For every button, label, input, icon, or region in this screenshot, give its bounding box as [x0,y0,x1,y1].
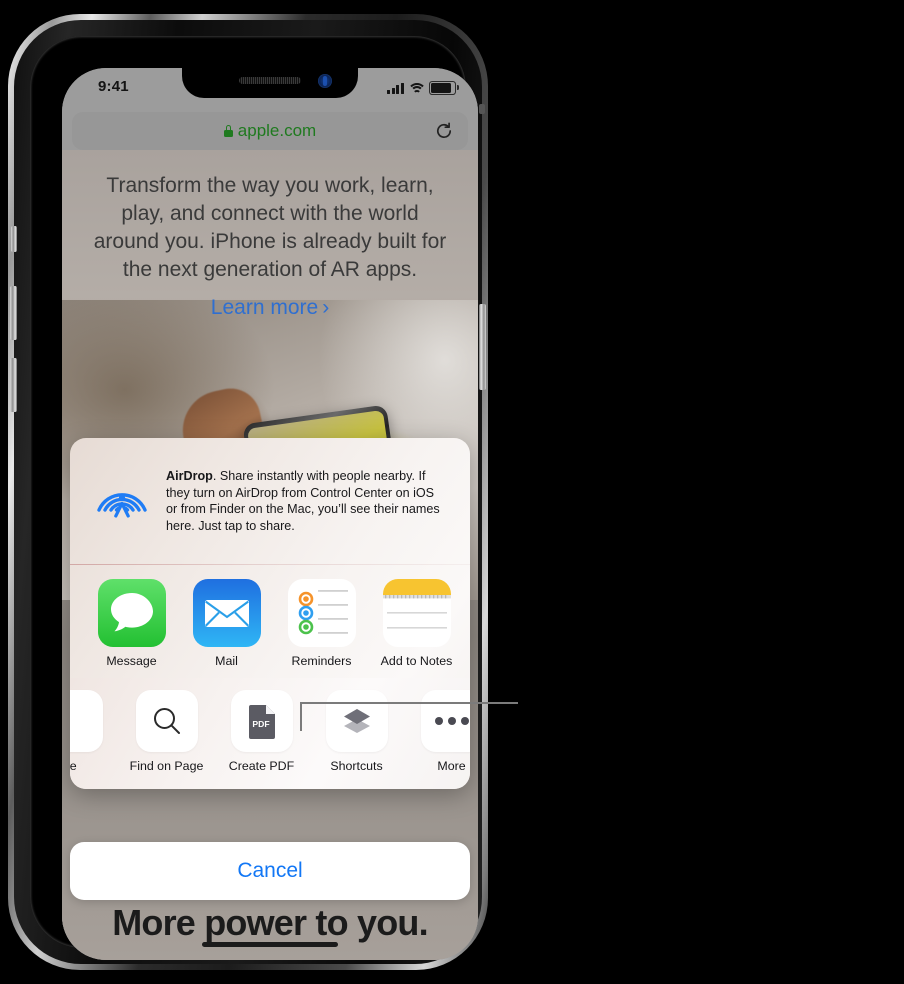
share-actions-section: te Find on Page [70,678,470,790]
shortcuts-icon [325,690,388,753]
phone-screen: Transform the way you work, learn, play,… [62,68,478,960]
share-action-clipped-left[interactable]: te [70,690,119,773]
cancel-button[interactable]: Cancel [70,842,470,900]
airdrop-section[interactable]: AirDrop. Share instantly with people nea… [70,438,470,564]
address-bar-content: apple.com [223,121,317,141]
share-target-files-clipped[interactable]: S [464,579,470,668]
share-target-message[interactable]: Message [84,579,179,668]
headline-behind-sheet: More power to you. [112,902,428,943]
share-target-label: S [464,654,470,668]
volume-up-button[interactable] [10,286,17,340]
messages-icon [97,579,166,648]
learn-more-label: Learn more [210,296,319,319]
share-actions-row: te Find on Page [70,690,470,773]
share-target-label: Reminders [291,654,352,669]
front-camera-icon [318,74,332,88]
screen-bezel: Transform the way you work, learn, play,… [30,36,478,960]
airdrop-description: AirDrop. Share instantly with people nea… [166,464,448,534]
share-action-label: Create PDF [228,759,295,774]
safari-webpage: Transform the way you work, learn, play,… [62,68,478,960]
share-action-find-on-page[interactable]: Find on Page [119,690,214,773]
status-time: 9:41 [98,78,129,95]
signal-bars-icon [387,82,404,94]
pdf-document-icon: PDF [230,690,293,753]
cancel-label: Cancel [237,859,303,882]
home-indicator[interactable] [202,942,338,947]
reminders-icon [287,579,356,648]
airdrop-title: AirDrop [166,469,213,483]
silent-switch-button[interactable] [11,226,17,252]
screenshot-root: Transform the way you work, learn, play,… [0,0,904,984]
share-apps-row: Message Mail Reminders Add to Notes [70,565,470,678]
share-action-label: More [437,759,466,774]
share-sheet: AirDrop. Share instantly with people nea… [70,438,470,790]
volume-down-button[interactable] [10,358,17,412]
share-action-label: te [70,759,77,774]
share-target-mail[interactable]: Mail [179,579,274,668]
notes-icon [382,579,451,648]
earpiece-speaker-icon [239,77,301,84]
address-bar[interactable]: apple.com [72,112,468,150]
microphone-port [479,104,485,114]
url-text: apple.com [237,121,317,140]
status-indicators [387,81,459,95]
svg-text:PDF: PDF [252,719,269,729]
hero-body-text: Transform the way you work, learn, play,… [93,174,447,281]
share-action-create-pdf[interactable]: PDF Create PDF [214,690,309,773]
share-action-label: Shortcuts [330,759,383,774]
clipped-action-icon [70,690,103,753]
magnifier-icon [135,690,198,753]
learn-more-link[interactable]: Learn more › [211,296,329,320]
iphone-device-frame: Transform the way you work, learn, play,… [8,14,488,970]
hero-copy: Transform the way you work, learn, play,… [62,172,478,320]
share-action-label: Find on Page [129,759,204,774]
reload-icon[interactable] [434,121,454,141]
share-target-label: Mail [215,654,238,669]
mail-icon [192,579,261,648]
ellipsis-icon [420,690,470,753]
share-action-shortcuts[interactable]: Shortcuts [309,690,404,773]
share-action-more[interactable]: More [404,690,470,773]
share-target-label: Message [106,654,157,669]
share-target-reminders[interactable]: Reminders [274,579,369,668]
display-notch [182,68,358,98]
airdrop-icon [92,466,152,526]
share-target-label: Add to Notes [380,654,453,669]
wifi-icon [407,82,426,94]
chevron-right-icon: › [322,296,330,319]
battery-icon [429,81,459,95]
share-target-add-to-notes[interactable]: Add to Notes [369,579,464,668]
side-power-button[interactable] [479,304,486,390]
lock-icon [223,125,233,137]
